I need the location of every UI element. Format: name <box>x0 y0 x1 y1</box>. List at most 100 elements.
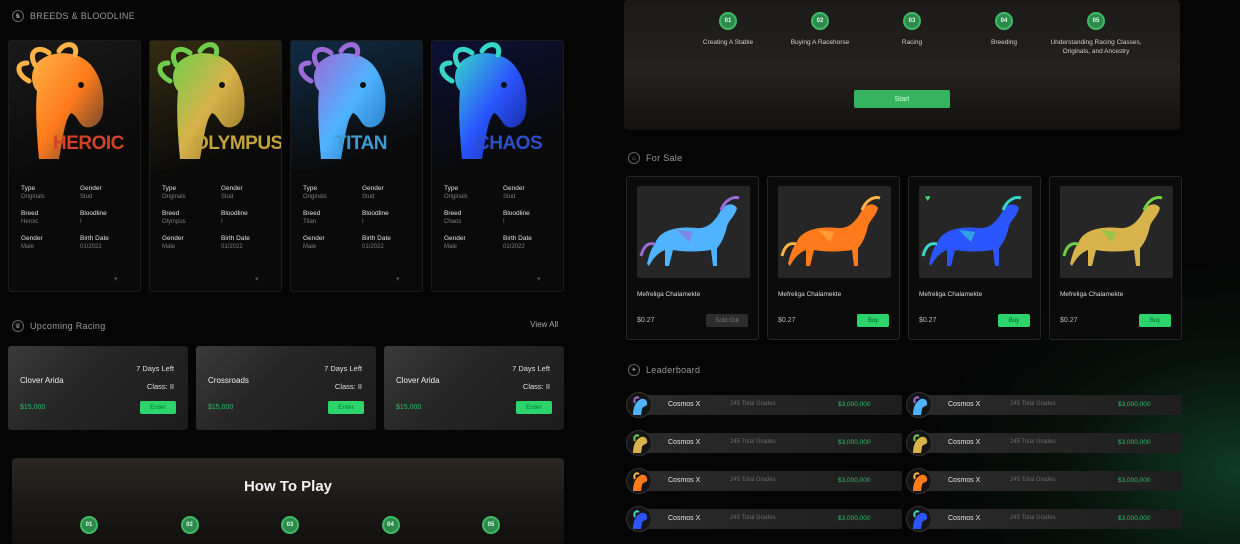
breed-stat: Gender Male <box>303 235 356 250</box>
for-sale-card[interactable]: Mefreliga Chalamekte $0.27 Buy <box>767 176 900 340</box>
how-to-play-step[interactable]: 02 Buying A Racehorse <box>774 12 866 57</box>
avatar <box>626 506 652 532</box>
breed-stats: Type Originals Gender Stud Breed Olympus… <box>162 185 274 250</box>
leaderboard-row[interactable]: Cosmos X 245 Total Grades $3,000,000 <box>906 430 1182 456</box>
leader-subtitle: 245 Total Grades <box>730 477 776 483</box>
breed-stat-label: Birth Date <box>362 235 391 242</box>
chevron-down-icon[interactable]: ▾ <box>537 275 545 283</box>
chevron-down-icon[interactable]: ▾ <box>396 275 404 283</box>
race-title: Crossroads <box>208 376 249 385</box>
leaderboard-row[interactable]: Cosmos X 245 Total Grades $3,000,000 <box>906 506 1182 532</box>
for-sale-card[interactable]: Mefreliga Chalamekte $0.27 Sold Out <box>626 176 759 340</box>
for-sale-card[interactable]: Mefreliga Chalamekte $0.27 Buy <box>1049 176 1182 340</box>
enter-race-button[interactable]: Enter <box>328 401 364 414</box>
leader-amount: $3,000,000 <box>1118 401 1151 408</box>
breed-name: HEROIC <box>53 133 124 154</box>
leaderboard-row[interactable]: Cosmos X 245 Total Grades $3,000,000 <box>626 430 902 456</box>
buy-button[interactable]: Buy <box>998 314 1030 327</box>
breed-stat-label: Bloodline <box>362 210 389 217</box>
leaderboard-list: Cosmos X 245 Total Grades $3,000,000 Cos… <box>626 392 1182 540</box>
how-to-play-step[interactable]: 01 Creating A Stable <box>682 12 774 57</box>
breed-stat-value: I <box>221 219 223 225</box>
breed-stat: Gender Stud <box>221 185 274 200</box>
how-to-play-step-list: 01 Creating A Stable 02 Buying A Racehors… <box>682 12 1142 57</box>
how-to-play-step[interactable]: 05 Understanding Racing Classes, Origina… <box>1050 12 1142 57</box>
upcoming-racing-title: Upcoming Racing <box>30 321 106 331</box>
step-number-badge: 04 <box>995 12 1013 30</box>
race-card[interactable]: Crossroads 7 Days Left Class: II $15,000… <box>196 346 376 430</box>
breed-card-olympus[interactable]: OLYMPUS Type Originals Gender Stud Breed… <box>149 40 282 292</box>
leaderboard-row[interactable]: Cosmos X 245 Total Grades $3,000,000 <box>626 392 902 418</box>
breed-stat: Bloodline I <box>503 210 556 225</box>
how-to-play-step[interactable]: 03 Racing <box>866 12 958 57</box>
heart-icon[interactable]: ♥ <box>925 193 930 203</box>
breed-stat: Breed Titan <box>303 210 356 225</box>
breed-stat-value: Titan <box>303 219 317 225</box>
avatar <box>626 430 652 456</box>
breed-stat-label: Bloodline <box>80 210 107 217</box>
view-all-link[interactable]: View All <box>530 320 558 329</box>
breed-stat-value: Originals <box>303 194 327 200</box>
breed-stat-label: Birth Date <box>221 235 250 242</box>
leader-name: Cosmos X <box>948 401 981 408</box>
how-to-play-steps-panel: 01 Creating A Stable 02 Buying A Racehors… <box>624 0 1180 130</box>
breed-stat-label: Gender <box>362 185 384 192</box>
breeds-section-header: ♞ BREEDS & BLOODLINE <box>12 10 135 22</box>
left-column: ♞ BREEDS & BLOODLINE HEROIC Type Origina… <box>8 0 564 544</box>
leader-name: Cosmos X <box>668 439 701 446</box>
for-sale-card[interactable]: ♥ Mefreliga Chalamekte $0.27 Buy <box>908 176 1041 340</box>
horse-image <box>778 186 891 278</box>
chevron-down-icon[interactable]: ▾ <box>114 275 122 283</box>
avatar <box>906 392 932 418</box>
horse-image <box>1060 186 1173 278</box>
breed-stat-value: Male <box>162 244 176 250</box>
leader-name: Cosmos X <box>668 515 701 522</box>
how-to-play-step[interactable]: 04 Breeding <box>958 12 1050 57</box>
breed-card-titan[interactable]: TITAN Type Originals Gender Stud Breed T… <box>290 40 423 292</box>
how-to-play-steps: 01 02 03 04 05 <box>80 516 500 534</box>
leaderboard-row[interactable]: Cosmos X 245 Total Grades $3,000,000 <box>626 506 902 532</box>
start-button[interactable]: Start <box>854 90 950 108</box>
leader-subtitle: 245 Total Grades <box>730 515 776 521</box>
race-card[interactable]: Clover Arida 7 Days Left Class: II $15,0… <box>384 346 564 430</box>
leaderboard-row[interactable]: Cosmos X 245 Total Grades $3,000,000 <box>906 392 1182 418</box>
enter-race-button[interactable]: Enter <box>516 401 552 414</box>
breed-stat-value: Heroic <box>21 219 39 225</box>
avatar <box>906 468 932 494</box>
breed-stat-label: Gender <box>80 185 102 192</box>
race-entry-fee: $15,000 <box>20 404 46 411</box>
breed-stat: Birth Date 01/2022 <box>221 235 274 250</box>
breed-card-chaos[interactable]: CHAOS Type Originals Gender Stud Breed C… <box>431 40 564 292</box>
breed-stats: Type Originals Gender Stud Breed Heroic … <box>21 185 133 250</box>
leaderboard-row[interactable]: Cosmos X 245 Total Grades $3,000,000 <box>906 468 1182 494</box>
breed-stat-label: Bloodline <box>221 210 248 217</box>
leaderboard-row[interactable]: Cosmos X 245 Total Grades $3,000,000 <box>626 468 902 494</box>
race-card[interactable]: Clover Arida 7 Days Left Class: II $15,0… <box>8 346 188 430</box>
breed-stat-value: Stud <box>80 194 93 200</box>
breed-stat: Bloodline I <box>80 210 133 225</box>
breed-stat-label: Breed <box>21 210 39 217</box>
leader-amount: $3,000,000 <box>1118 439 1151 446</box>
buy-button[interactable]: Sold Out <box>706 314 748 327</box>
breed-stat: Gender Male <box>162 235 215 250</box>
enter-race-button[interactable]: Enter <box>140 401 176 414</box>
race-class: Class: II <box>334 382 362 391</box>
leader-name: Cosmos X <box>948 439 981 446</box>
breed-stats: Type Originals Gender Stud Breed Titan B… <box>303 185 415 250</box>
chevron-down-icon[interactable]: ▾ <box>255 275 263 283</box>
horse-name: Mefreliga Chalamekte <box>778 291 842 298</box>
step-number-badge: 03 <box>281 516 299 534</box>
leader-name: Cosmos X <box>668 477 701 484</box>
step-number-badge: 03 <box>903 12 921 30</box>
buy-button[interactable]: Buy <box>1139 314 1171 327</box>
step-number-badge: 01 <box>719 12 737 30</box>
step-number-badge: 05 <box>482 516 500 534</box>
leader-amount: $3,000,000 <box>838 515 871 522</box>
buy-button[interactable]: Buy <box>857 314 889 327</box>
breed-stat-label: Gender <box>21 235 43 242</box>
breed-card-heroic[interactable]: HEROIC Type Originals Gender Stud Breed … <box>8 40 141 292</box>
breed-stat-value: Olympus <box>162 219 186 225</box>
leader-subtitle: 245 Total Grades <box>730 439 776 445</box>
medal-icon: ✦ <box>628 364 640 376</box>
breed-stat-value: 01/2022 <box>362 244 384 250</box>
